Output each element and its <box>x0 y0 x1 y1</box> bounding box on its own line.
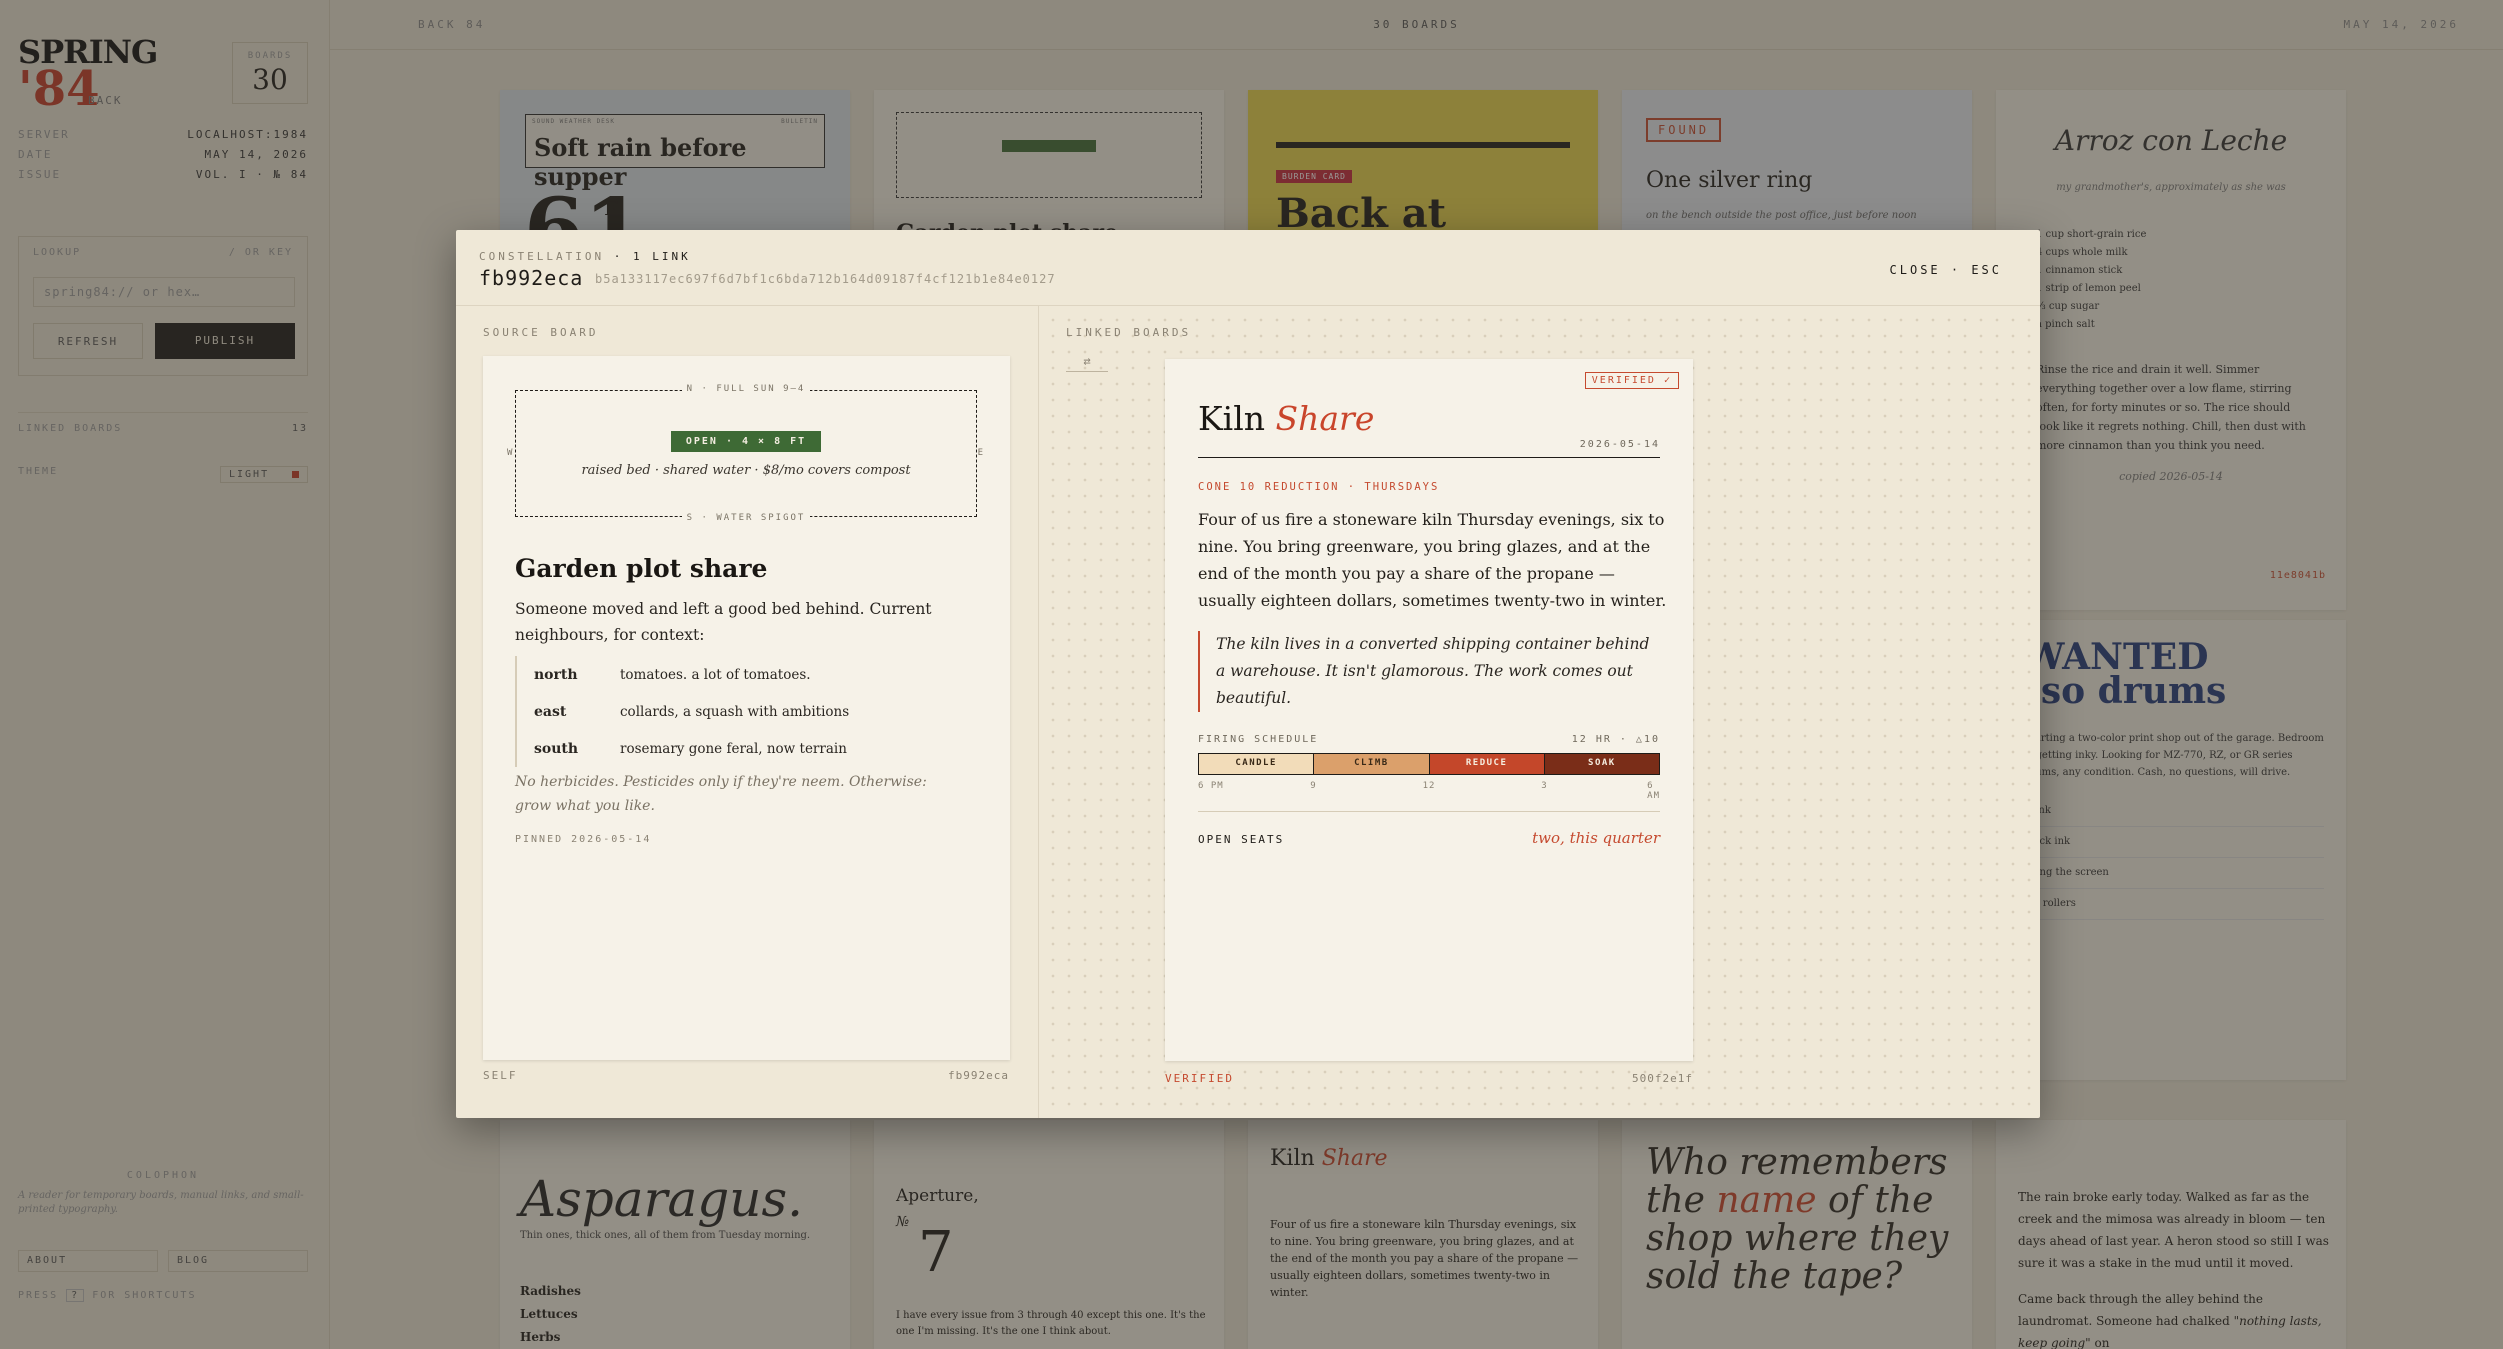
schedule-tick: 3 <box>1541 781 1548 791</box>
firing-schedule-ticks: 6 PM 9 12 3 6 AM <box>1198 781 1660 801</box>
plot-west-label: W <box>507 448 515 458</box>
neighbour-key: south <box>534 740 579 757</box>
modal-eyebrow: CONSTELLATION · 1 LINK <box>479 250 691 263</box>
plot-subtitle: raised bed · shared water · $8/mo covers… <box>581 463 911 478</box>
schedule-meta: 12 HR · △10 <box>1571 734 1660 745</box>
linked-pane: LINKED BOARDS ⇄ VERIFIED ✓ Kiln Share 20… <box>1039 306 2040 1118</box>
source-note: No herbicides. Pesticides only if they'r… <box>515 774 927 814</box>
kiln-quote: The kiln lives in a converted shipping c… <box>1198 631 1658 712</box>
source-foot-self: SELF <box>483 1069 518 1082</box>
schedule-tick: 12 <box>1422 781 1436 791</box>
kiln-title-plain: Kiln <box>1198 399 1266 438</box>
board-short-id: fb992eca <box>479 266 584 290</box>
linked-foot-hash[interactable]: 500f2e1f <box>1623 1072 1693 1085</box>
neighbours-list: north tomatoes. a lot of tomatoes. east co… <box>515 656 955 767</box>
kiln-body: Four of us fire a stoneware kiln Thursda… <box>1198 510 1667 610</box>
board-full-hash[interactable]: b5a133117ec697f6d7bf1c6bda712b164d09187f… <box>595 272 1056 286</box>
link-count: · 1 LINK <box>613 250 691 263</box>
kiln-title-accent: Share <box>1275 399 1375 438</box>
schedule-tick: 9 <box>1310 781 1317 791</box>
plot-open-badge: OPEN · 4 × 8 FT <box>671 431 821 452</box>
neighbour-value: rosemary gone feral, now terrain <box>620 740 847 757</box>
neighbour-key: north <box>534 666 578 683</box>
source-title: Garden plot share <box>515 554 768 583</box>
seats-label: OPEN SEATS <box>1198 833 1285 846</box>
linked-boards-heading: LINKED BOARDS <box>1066 326 1192 339</box>
schedule-label: FIRING SCHEDULE <box>1198 734 1319 745</box>
phase-reduce: REDUCE <box>1428 754 1544 774</box>
source-pane: SOURCE BOARD N · FULL SUN 9–4 S · WATER … <box>456 306 1039 1118</box>
source-board-label: SOURCE BOARD <box>483 326 599 339</box>
neighbour-key: east <box>534 703 567 720</box>
neighbour-row: north tomatoes. a lot of tomatoes. <box>534 656 955 693</box>
linked-board-card[interactable]: VERIFIED ✓ Kiln Share 2026-05-14 CONE 10… <box>1165 359 1693 1061</box>
source-board-card[interactable]: N · FULL SUN 9–4 S · WATER SPIGOT W E OP… <box>483 356 1010 1060</box>
firing-schedule-bar: CANDLE CLIMB REDUCE SOAK <box>1198 753 1660 775</box>
linked-foot-verified: VERIFIED <box>1165 1072 1234 1085</box>
seats-value: two, this quarter <box>1532 829 1660 847</box>
neighbour-row: east collards, a squash with ambitions <box>534 693 955 730</box>
source-foot-hash[interactable]: fb992eca <box>939 1069 1009 1082</box>
neighbour-value: tomatoes. a lot of tomatoes. <box>620 666 811 683</box>
kiln-subtitle: CONE 10 REDUCTION · THURSDAYS <box>1198 481 1440 493</box>
seats-rule <box>1198 811 1660 812</box>
open-seats-row: OPEN SEATS two, this quarter <box>1198 829 1660 847</box>
source-intro: Someone moved and left a good bed behind… <box>515 600 932 644</box>
phase-candle: CANDLE <box>1199 754 1314 774</box>
close-button[interactable]: CLOSE · ESC <box>1890 263 2002 277</box>
phase-soak: SOAK <box>1543 754 1659 774</box>
title-rule <box>1198 457 1660 458</box>
plot-east-label: E <box>977 448 985 458</box>
modal-eyebrow-label: CONSTELLATION <box>479 250 605 263</box>
neighbour-row: south rosemary gone feral, now terrain <box>534 730 955 767</box>
plot-north-label: N · FULL SUN 9–4 <box>681 384 811 394</box>
kiln-title: Kiln Share <box>1198 399 1374 438</box>
kiln-date: 2026-05-14 <box>1579 439 1660 450</box>
plot-diagram: N · FULL SUN 9–4 S · WATER SPIGOT W E OP… <box>507 384 983 523</box>
plot-south-label: S · WATER SPIGOT <box>681 513 811 523</box>
verified-badge: VERIFIED ✓ <box>1584 372 1679 389</box>
schedule-tick: 6 AM <box>1647 781 1660 801</box>
modal-header: CONSTELLATION · 1 LINK fb992eca b5a13311… <box>456 230 2040 306</box>
constellation-modal: CONSTELLATION · 1 LINK fb992eca b5a13311… <box>456 230 2040 1118</box>
neighbour-value: collards, a squash with ambitions <box>620 703 850 720</box>
phase-climb: CLIMB <box>1313 754 1429 774</box>
schedule-tick: 6 PM <box>1198 781 1224 791</box>
firing-schedule-header: FIRING SCHEDULE 12 HR · △10 <box>1198 734 1660 745</box>
pinned-date: PINNED 2026-05-14 <box>515 834 652 845</box>
shuffle-icon[interactable]: ⇄ <box>1066 354 1108 372</box>
